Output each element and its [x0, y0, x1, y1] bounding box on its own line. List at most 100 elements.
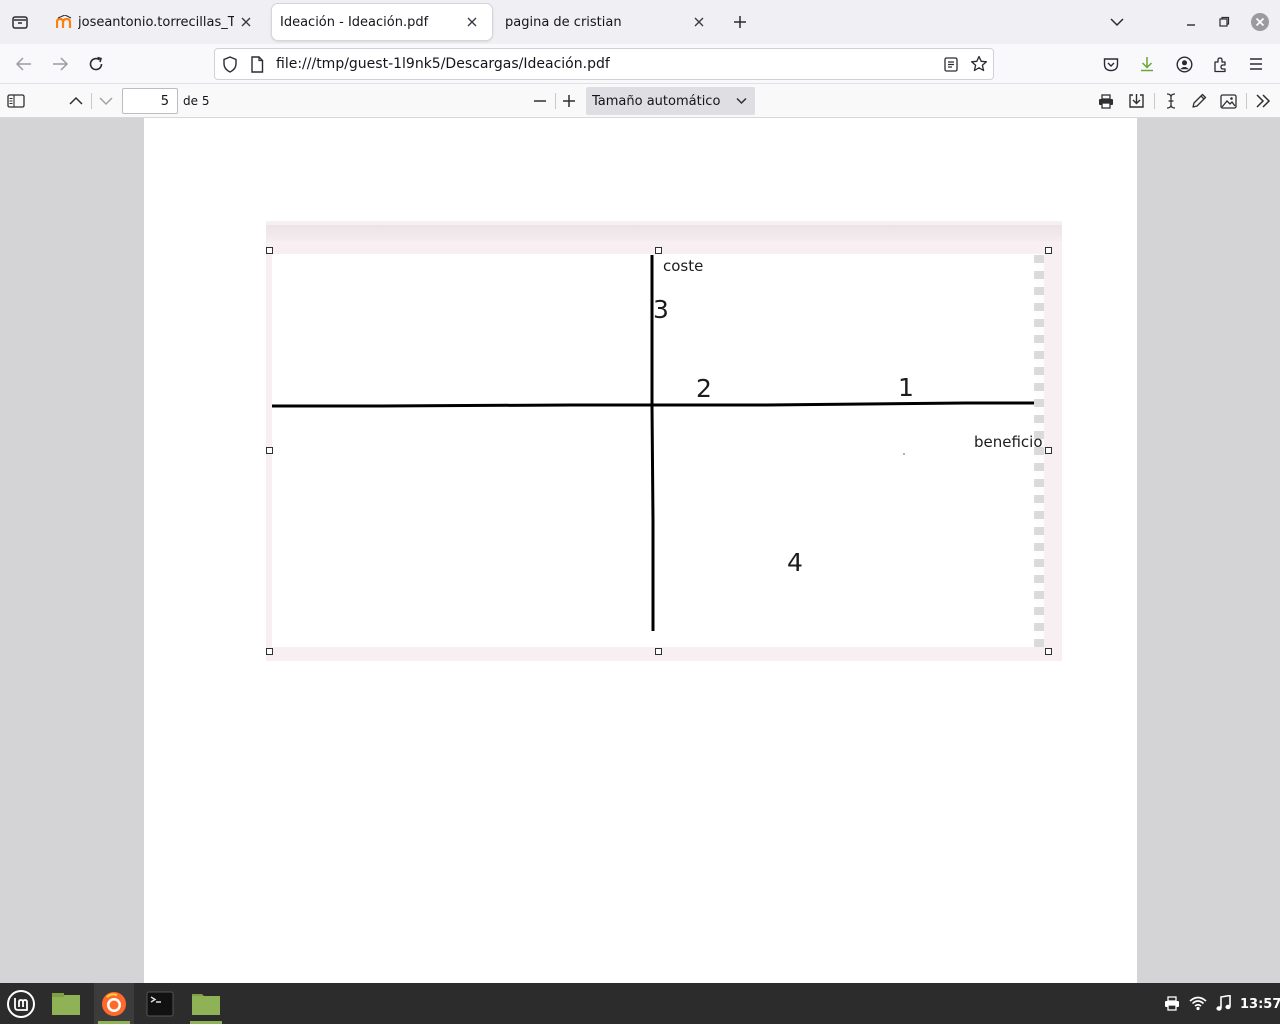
firefox-taskbar-button[interactable] — [94, 983, 134, 1024]
close-icon — [467, 17, 477, 27]
pdf-viewer[interactable]: coste 3 2 1 beneficio 4 — [0, 118, 1280, 983]
close-icon — [694, 17, 704, 27]
pocket-button[interactable] — [1099, 52, 1123, 76]
url-text[interactable]: file:///tmp/guest-1l9nk5/Descargas/Ideac… — [276, 56, 610, 72]
files-taskbar-button[interactable] — [186, 983, 226, 1024]
hamburger-menu-icon — [1250, 58, 1262, 70]
printer-tray-icon[interactable] — [1164, 996, 1180, 1011]
close-tab-button[interactable] — [234, 10, 258, 34]
zoom-select-value: Tamaño automático — [592, 94, 721, 109]
pdf-page[interactable]: coste 3 2 1 beneficio 4 — [144, 118, 1137, 983]
sidebar-toggle-button[interactable] — [4, 89, 28, 113]
resize-handle-middle-right[interactable] — [1045, 447, 1052, 454]
arrow-right-icon — [53, 57, 68, 71]
tab-ideacion-pdf[interactable]: Ideación - Ideación.pdf — [272, 4, 492, 40]
account-icon — [1175, 55, 1193, 73]
close-tab-button[interactable] — [460, 10, 484, 34]
close-window-button[interactable] — [1248, 10, 1272, 34]
tab-label: Ideación - Ideación.pdf — [280, 14, 429, 30]
close-window-icon — [1251, 13, 1269, 31]
tab-bar: joseantonio.torrecillas_TD_ Ideación - I… — [0, 0, 1280, 44]
terminal-icon — [146, 991, 174, 1016]
back-button[interactable] — [12, 52, 36, 76]
resize-handle-bottom-right[interactable] — [1045, 648, 1052, 655]
desktop-folder-icon — [52, 992, 80, 1015]
app-menu-button[interactable] — [1244, 52, 1268, 76]
print-button[interactable] — [1094, 89, 1118, 113]
tab-label: joseantonio.torrecillas_TD_ — [78, 14, 234, 30]
sound-icon[interactable] — [1216, 995, 1231, 1012]
resize-handle-bottom-center[interactable] — [655, 648, 662, 655]
separator — [1154, 93, 1155, 109]
forward-button[interactable] — [48, 52, 72, 76]
save-button[interactable] — [1124, 89, 1148, 113]
zoom-in-button[interactable] — [557, 89, 581, 113]
double-chevron-right-icon — [1256, 94, 1271, 108]
tab-label: pagina de cristian — [505, 14, 622, 30]
chevron-down-icon — [1110, 18, 1124, 27]
separator — [1246, 93, 1247, 109]
list-all-tabs-button[interactable] — [1105, 10, 1129, 34]
resize-handle-bottom-left[interactable] — [266, 648, 273, 655]
resize-handle-top-right[interactable] — [1045, 247, 1052, 254]
resize-handle-middle-left[interactable] — [266, 447, 273, 454]
separator — [91, 93, 92, 109]
text-tool-button[interactable] — [1159, 89, 1183, 113]
terminal-taskbar-button[interactable] — [141, 983, 179, 1024]
quadrant-marker-1: 1 — [898, 373, 914, 402]
minimize-window-button[interactable] — [1179, 10, 1203, 34]
reader-view-icon[interactable] — [944, 57, 958, 72]
taskbar: 13:57 — [0, 983, 1280, 1024]
printer-icon — [1099, 93, 1113, 109]
plus-icon — [734, 16, 746, 28]
zoom-select[interactable]: Tamaño automático — [586, 87, 755, 115]
bookmark-star-icon[interactable] — [970, 55, 988, 73]
minus-icon — [534, 100, 546, 102]
close-tab-button[interactable] — [687, 10, 711, 34]
start-menu-button[interactable] — [2, 983, 40, 1024]
axes-drawing — [272, 255, 1034, 631]
downloads-button[interactable] — [1135, 52, 1159, 76]
tab-pagina-cristian[interactable]: pagina de cristian — [497, 4, 719, 40]
pocket-icon — [1103, 57, 1119, 71]
chevron-down-icon — [736, 97, 747, 105]
draw-tool-button[interactable] — [1187, 89, 1211, 113]
reload-button[interactable] — [84, 52, 108, 76]
tab-list-button[interactable] — [8, 10, 32, 34]
new-tab-button[interactable] — [728, 10, 752, 34]
url-bar[interactable]: file:///tmp/guest-1l9nk5/Descargas/Ideac… — [214, 48, 994, 80]
page-number-input[interactable] — [122, 88, 178, 114]
extensions-button[interactable] — [1208, 52, 1232, 76]
image-icon — [1219, 93, 1237, 109]
puzzle-icon — [1213, 56, 1226, 72]
tab-manager-icon — [12, 16, 28, 29]
page-count-label: de 5 — [183, 94, 210, 108]
zoom-out-button[interactable] — [528, 89, 552, 113]
previous-page-button[interactable] — [64, 89, 88, 113]
reload-icon — [89, 56, 103, 71]
more-tools-button[interactable] — [1251, 89, 1275, 113]
embedded-figure: coste 3 2 1 beneficio 4 — [266, 221, 1062, 661]
resize-handle-top-center[interactable] — [655, 247, 662, 254]
chevron-down-icon — [99, 97, 113, 106]
clock[interactable]: 13:57 — [1240, 997, 1280, 1012]
wifi-icon[interactable] — [1189, 996, 1207, 1011]
show-desktop-button[interactable] — [46, 983, 86, 1024]
tab-moodle[interactable]: joseantonio.torrecillas_TD_ — [48, 4, 266, 40]
restore-icon — [1219, 16, 1230, 27]
chevron-up-icon — [69, 96, 83, 105]
arrow-left-icon — [16, 57, 31, 71]
page-icon[interactable] — [250, 56, 264, 73]
quadrant-marker-2: 2 — [696, 374, 712, 403]
text-cursor-icon — [1166, 93, 1176, 109]
navigation-bar: file:///tmp/guest-1l9nk5/Descargas/Ideac… — [0, 44, 1280, 84]
close-icon — [241, 17, 251, 27]
next-page-button[interactable] — [94, 89, 118, 113]
stray-dot — [903, 453, 905, 455]
account-button[interactable] — [1172, 52, 1196, 76]
resize-handle-top-left[interactable] — [266, 247, 273, 254]
restore-window-button[interactable] — [1212, 10, 1236, 34]
shield-icon[interactable] — [222, 56, 238, 73]
quadrant-marker-4: 4 — [787, 548, 803, 577]
image-tool-button[interactable] — [1216, 89, 1240, 113]
